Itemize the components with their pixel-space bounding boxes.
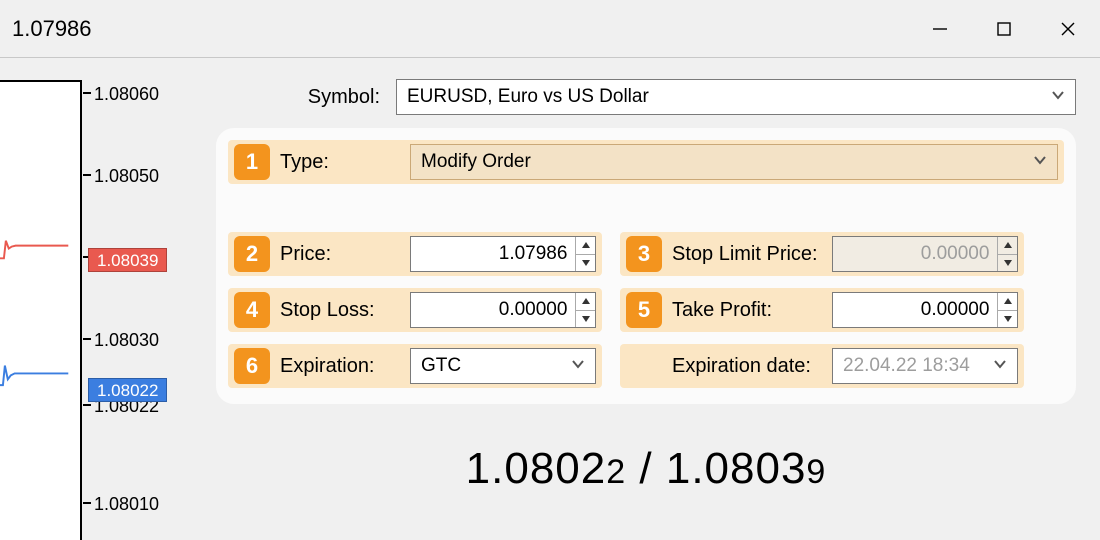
quote-separator: /: [626, 444, 666, 493]
y-tick-label: 1.08050: [94, 166, 159, 187]
expiration-date-select: 22.04.22 18:34: [832, 348, 1018, 384]
step-badge-2: 2: [234, 236, 270, 272]
stop-loss-input[interactable]: [410, 292, 596, 328]
type-select[interactable]: Modify Order: [410, 144, 1058, 180]
take-profit-input[interactable]: [832, 292, 1018, 328]
step-badge-5: 5: [626, 292, 662, 328]
chevron-down-icon: [571, 355, 585, 377]
expiration-date-value: 22.04.22 18:34: [843, 355, 970, 377]
titlebar: 1.07986: [0, 0, 1100, 58]
window-buttons: [908, 0, 1100, 57]
window-title: 1.07986: [12, 16, 92, 42]
spin-down-button[interactable]: [576, 255, 595, 272]
price-field[interactable]: [411, 237, 575, 271]
chevron-down-icon: [1033, 151, 1047, 173]
spin-up-button[interactable]: [998, 293, 1017, 311]
expiration-date-label: Expiration date:: [672, 355, 822, 378]
symbol-label: Symbol:: [216, 86, 386, 109]
price-sparkline: [0, 82, 80, 540]
y-tick-label: 1.08060: [94, 84, 159, 105]
ask-price-main: 1.0803: [666, 444, 807, 493]
chevron-down-icon: [993, 355, 1007, 377]
ask-price-last-digit: 9: [806, 453, 826, 491]
ask-price-tag: 1.08039: [88, 248, 167, 272]
symbol-row: Symbol: EURUSD, Euro vs US Dollar: [216, 78, 1076, 116]
step-badge-4: 4: [234, 292, 270, 328]
stop-loss-field[interactable]: [411, 293, 575, 327]
stop-limit-price-field: [833, 237, 997, 271]
take-profit-field[interactable]: [833, 293, 997, 327]
price-input[interactable]: [410, 236, 596, 272]
chevron-down-icon: [1051, 86, 1065, 108]
spin-down-button[interactable]: [576, 311, 595, 328]
stop-limit-price-input: [832, 236, 1018, 272]
chart-canvas: [0, 80, 82, 540]
symbol-select[interactable]: EURUSD, Euro vs US Dollar: [396, 79, 1076, 115]
spin-down-button[interactable]: [998, 311, 1017, 328]
sl-tp-row: 4 Stop Loss: 5 Take Profit:: [228, 288, 1064, 332]
take-profit-label: Take Profit:: [672, 299, 822, 322]
expiration-label: Expiration:: [280, 355, 400, 378]
expiration-select[interactable]: GTC: [410, 348, 596, 384]
chart-panel: 1.08060 1.08050 1.08040 1.08030 1.08022 …: [0, 58, 188, 540]
price-row: 2 Price: 3 Stop Limit Price:: [228, 232, 1064, 276]
type-row: 1 Type: Modify Order: [228, 140, 1064, 184]
y-tick-label: 1.08010: [94, 494, 159, 515]
type-value: Modify Order: [421, 151, 531, 173]
close-button[interactable]: [1036, 0, 1100, 57]
order-form: Symbol: EURUSD, Euro vs US Dollar 1 Type…: [188, 58, 1100, 540]
spin-up-button[interactable]: [576, 237, 595, 255]
bid-price-last-digit: 2: [606, 453, 626, 491]
stop-limit-price-label: Stop Limit Price:: [672, 243, 822, 266]
spin-up-button[interactable]: [576, 293, 595, 311]
stop-loss-label: Stop Loss:: [280, 299, 400, 322]
step-badge-1: 1: [234, 144, 270, 180]
step-badge-3: 3: [626, 236, 662, 272]
type-label: Type:: [280, 151, 400, 174]
modify-order-panel: 1 Type: Modify Order 2 Price:: [216, 128, 1076, 404]
step-badge-6: 6: [234, 348, 270, 384]
bid-price-tag: 1.08022: [88, 378, 167, 402]
bid-price-main: 1.0802: [466, 444, 607, 493]
minimize-button[interactable]: [908, 0, 972, 57]
expiration-value: GTC: [421, 355, 461, 377]
spin-up-button: [998, 237, 1017, 255]
symbol-value: EURUSD, Euro vs US Dollar: [407, 86, 649, 108]
bid-ask-quote: 1.08022 / 1.08039: [216, 444, 1076, 494]
price-label: Price:: [280, 243, 400, 266]
spin-down-button: [998, 255, 1017, 272]
maximize-button[interactable]: [972, 0, 1036, 57]
y-tick-label: 1.08030: [94, 330, 159, 351]
expiration-row: 6 Expiration: GTC Expiration date: 22.04…: [228, 344, 1064, 388]
